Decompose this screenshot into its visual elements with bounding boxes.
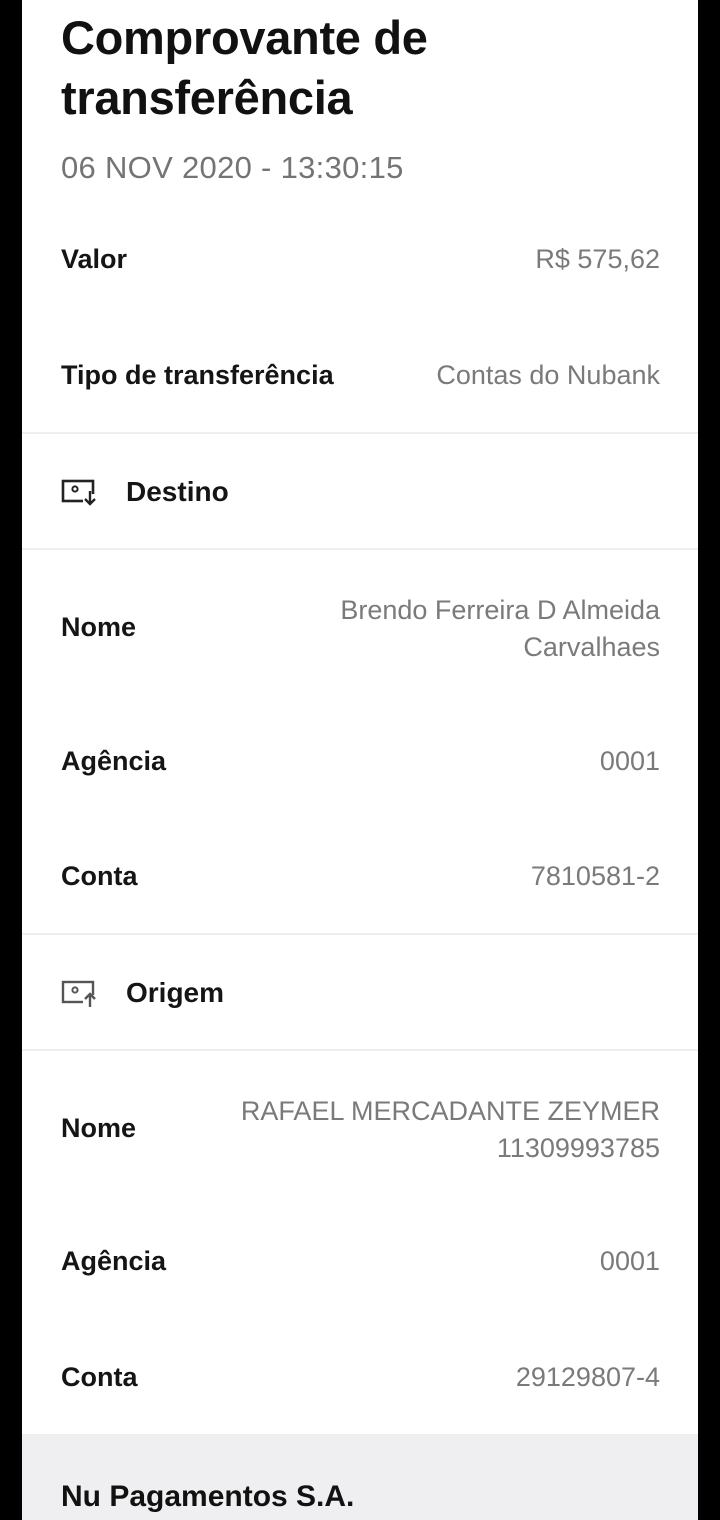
origem-agencia-value: 0001 [599, 1246, 660, 1276]
tipo-value: Contas do Nubank [436, 360, 660, 390]
destino-agencia-label: Agência [61, 746, 167, 776]
origem-nome-value: RAFAEL MERCADANTE ZEYMER 11309993785 [241, 1093, 660, 1167]
origem-title: Origem [126, 977, 225, 1008]
valor-value: R$ 575,62 [535, 244, 660, 274]
destino-nome-line2: Carvalhaes [523, 632, 660, 662]
receipt-card: Comprovante de transferência 06 NOV 2020… [22, 0, 698, 1520]
destino-nome-line1: Brendo Ferreira D Almeida [340, 595, 660, 625]
destino-conta-value: 7810581-2 [530, 861, 660, 891]
destino-agencia-value: 0001 [599, 746, 660, 776]
destino-nome-label: Nome [61, 612, 137, 642]
origem-agencia-label: Agência [61, 1246, 167, 1276]
page-title: Comprovante de transferência [61, 11, 428, 124]
tipo-label: Tipo de transferência [61, 360, 334, 390]
origem-conta-value: 29129807-4 [515, 1362, 660, 1392]
origem-nome-line2: 11309993785 [496, 1133, 660, 1163]
origem-nome-label: Nome [61, 1113, 137, 1143]
divider [22, 432, 698, 434]
divider [22, 933, 698, 935]
destino-title: Destino [126, 476, 229, 507]
destino-nome-value: Brendo Ferreira D Almeida Carvalhaes [340, 592, 660, 666]
screen-upload-icon [61, 980, 97, 1007]
footer-institution: Nu Pagamentos S.A. [22, 1434, 698, 1520]
destino-conta-label: Conta [61, 861, 138, 891]
origem-conta-label: Conta [61, 1362, 138, 1392]
divider [22, 1049, 698, 1051]
screen-download-icon [61, 479, 97, 506]
institution-name: Nu Pagamentos S.A. [61, 1480, 355, 1513]
valor-label: Valor [61, 244, 128, 274]
origem-nome-line1: RAFAEL MERCADANTE ZEYMER [240, 1096, 660, 1126]
transfer-datetime: 06 NOV 2020 - 13:30:15 [61, 150, 404, 185]
divider [22, 548, 698, 550]
